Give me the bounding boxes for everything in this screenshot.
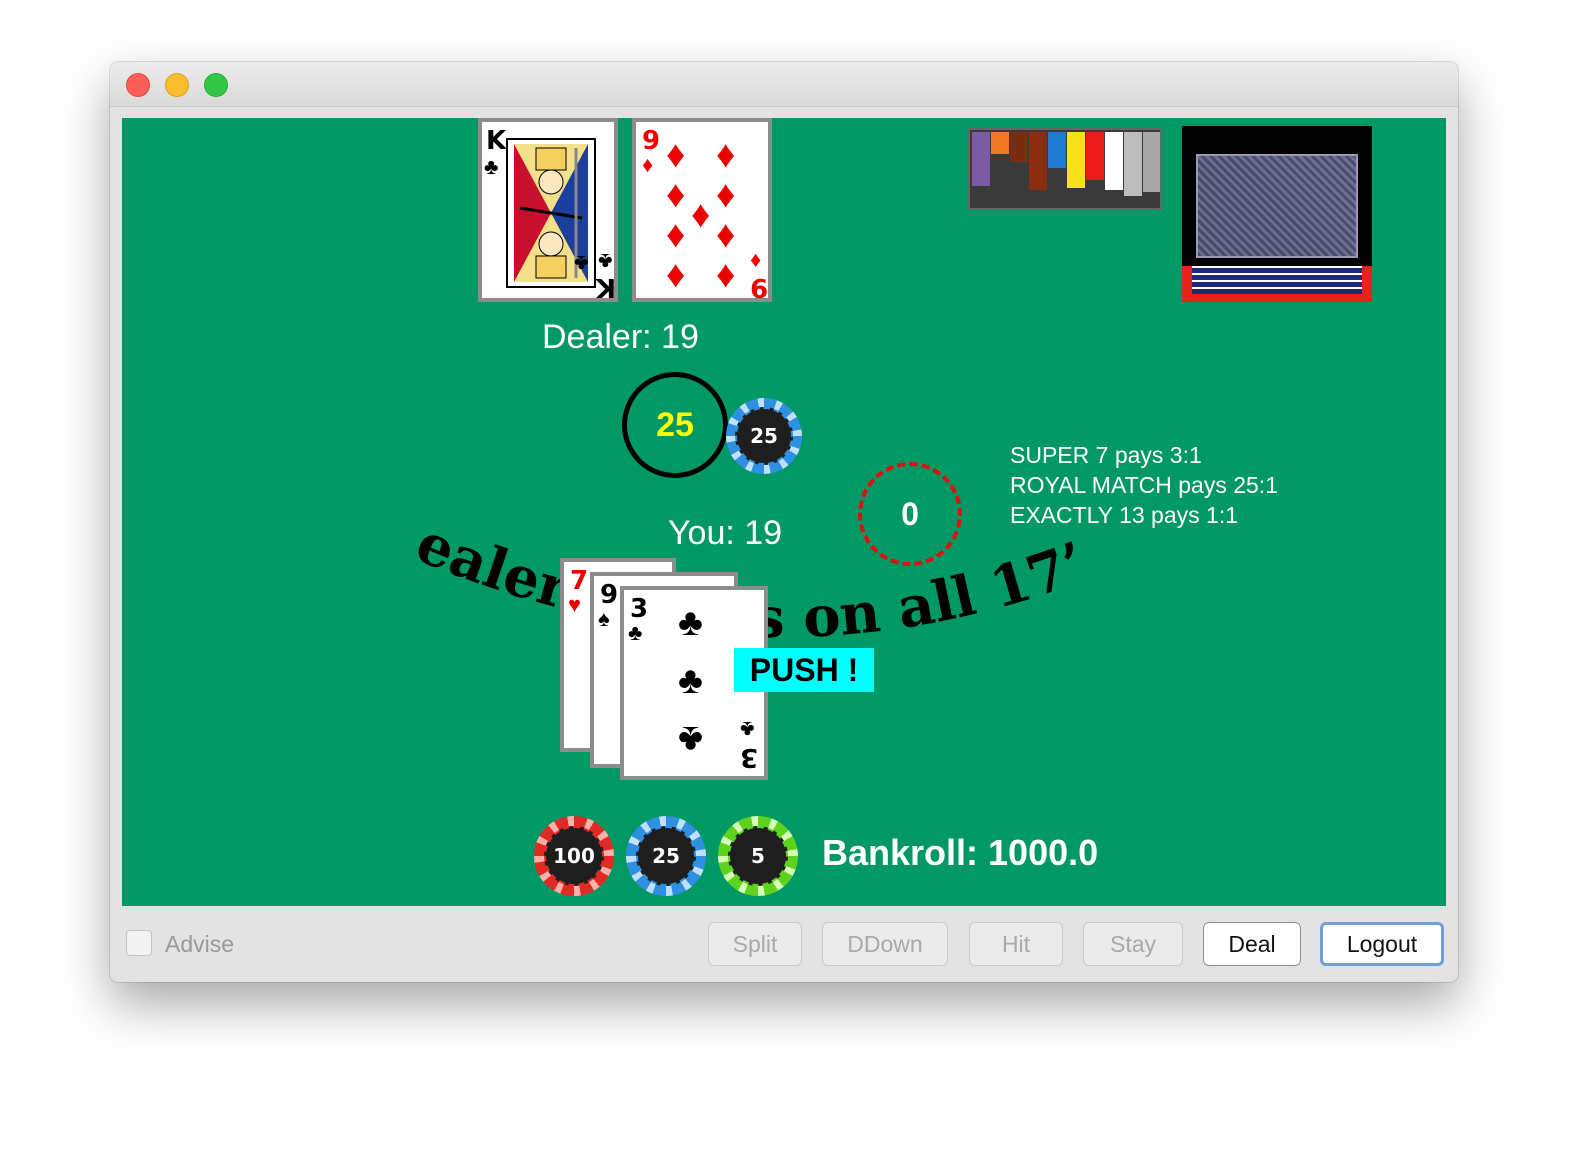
card-rank: 9 (750, 272, 769, 302)
title-bar (110, 62, 1458, 107)
card-suit: ♣ (598, 249, 613, 274)
shoe-card-back (1196, 154, 1358, 258)
player-score-label: You: 19 (668, 514, 783, 552)
card-rank: 3 (630, 594, 649, 624)
diamond-pip: ♦ (666, 214, 686, 256)
club-pip: ♣ (678, 602, 703, 644)
side-bet-circle[interactable]: 0 (858, 462, 962, 566)
card-suit: ♣ (574, 251, 589, 276)
zoom-window-button[interactable] (204, 73, 228, 97)
diamond-pip: ♦ (666, 134, 686, 176)
push-result-badge: PUSH ! (734, 648, 874, 692)
rack-column (991, 132, 1009, 154)
advise-checkbox[interactable] (126, 930, 152, 956)
chip-value: 5 (728, 826, 788, 886)
diamond-pip: ♦ (716, 134, 736, 176)
card-shoe (1182, 126, 1372, 302)
payout-super7: SUPER 7 pays 3:1 (1010, 442, 1202, 468)
card-suit: ♠ (598, 606, 610, 631)
diamond-pip: ♦ (666, 174, 686, 216)
chip-value: 100 (544, 826, 604, 886)
card-suit: ♦ (642, 152, 654, 177)
chip-25[interactable]: 25 (626, 816, 706, 896)
side-bet-amount: 0 (901, 495, 919, 532)
card-suit: ♣ (740, 717, 755, 742)
rack-column (1010, 132, 1028, 162)
payout-royal-match: ROYAL MATCH pays 25:1 (1010, 472, 1278, 498)
rack-column (1105, 132, 1123, 190)
diamond-pip: ♦ (716, 214, 736, 256)
logout-button[interactable]: Logout (1320, 922, 1444, 966)
side-bet-payouts: SUPER 7 pays 3:1 ROYAL MATCH pays 25:1 E… (1010, 440, 1278, 530)
stay-button[interactable]: Stay (1083, 922, 1183, 966)
chip-rack (968, 128, 1162, 210)
card-rank: 9 (600, 580, 619, 610)
diamond-pip: ♦ (666, 254, 686, 296)
minimize-window-button[interactable] (165, 73, 189, 97)
card-rank: 3 (740, 742, 759, 772)
bet-chip-value: 25 (735, 407, 793, 465)
card-suit: ♦ (750, 249, 762, 274)
blackjack-window: Dealer stands on all 17’s K ♣ ♣ ♣ ♣ K (110, 62, 1458, 982)
chip-5[interactable]: 5 (718, 816, 798, 896)
card-rank: K (596, 272, 617, 302)
dealer-card-1: K ♣ ♣ ♣ ♣ K (478, 118, 618, 302)
close-window-button[interactable] (126, 73, 150, 97)
chip-value: 25 (636, 826, 696, 886)
chip-100[interactable]: 100 (534, 816, 614, 896)
rack-column (1048, 132, 1066, 168)
main-bet-circle[interactable]: 25 (622, 372, 728, 478)
rack-column (1029, 132, 1047, 190)
rack-column (1086, 132, 1104, 180)
diamond-pip: ♦ (716, 254, 736, 296)
card-suit: ♣ (484, 154, 499, 179)
rack-column (1124, 132, 1142, 196)
deal-button[interactable]: Deal (1203, 922, 1301, 966)
club-pip: ♣ (678, 660, 703, 702)
club-pip: ♣ (678, 718, 703, 760)
diamond-pip: ♦ (691, 194, 711, 236)
split-button[interactable]: Split (708, 922, 802, 966)
card-rank: K (486, 126, 507, 156)
double-down-button[interactable]: DDown (822, 922, 948, 966)
diamond-pip: ♦ (716, 174, 736, 216)
card-suit: ♣ (628, 620, 643, 645)
bankroll-label: Bankroll: 1000.0 (822, 832, 1099, 873)
payout-exactly-13: EXACTLY 13 pays 1:1 (1010, 502, 1239, 528)
dealer-card-2: 9 ♦ ♦ ♦ ♦ ♦ ♦ ♦ ♦ ♦ ♦ ♦ 9 (632, 118, 772, 302)
blackjack-table: Dealer stands on all 17’s K ♣ ♣ ♣ ♣ K (122, 118, 1446, 906)
card-rank: 9 (642, 126, 661, 156)
rack-column (1143, 132, 1160, 192)
rack-column (1067, 132, 1085, 188)
hit-button[interactable]: Hit (969, 922, 1063, 966)
main-bet-amount: 25 (656, 405, 694, 444)
advise-label: Advise (165, 931, 235, 957)
bet-chip-25: 25 (726, 398, 802, 474)
shoe-cards-edge (1192, 266, 1362, 294)
dealer-score-label: Dealer: 19 (542, 318, 699, 356)
rack-column (972, 132, 990, 186)
card-suit: ♥ (568, 592, 582, 617)
card-rank: 7 (570, 566, 589, 596)
